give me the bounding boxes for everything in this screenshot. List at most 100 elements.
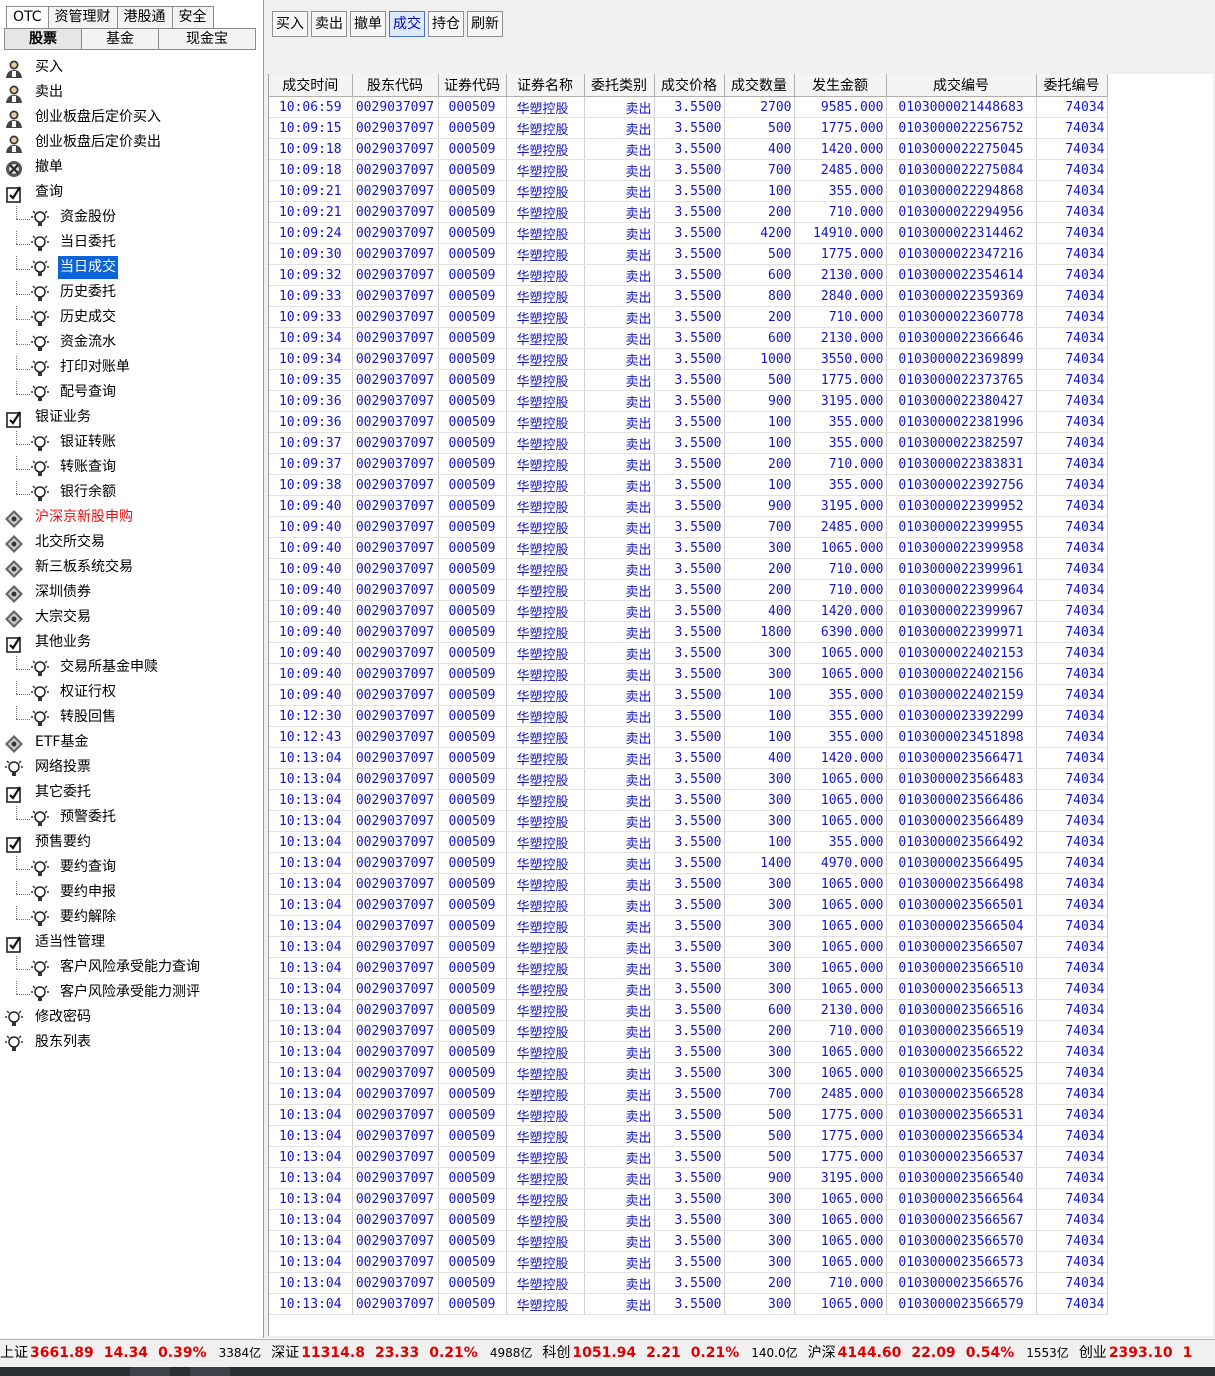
table-row[interactable]: 10:13:04 0029037097 000509 华塑控股 卖出 3.5500 300 1… <box>269 1230 1108 1252</box>
tree-item[interactable]: 修改密码 <box>0 1006 263 1031</box>
table-row[interactable]: 10:06:59 0029037097 000509 华塑控股 卖出 3.5500 2700… <box>269 96 1108 118</box>
tree-item[interactable]: 撤单 <box>0 156 263 181</box>
column-header[interactable]: 委托类别 <box>584 74 655 97</box>
table-row[interactable]: 10:09:21 0029037097 000509 华塑控股 卖出 3.5500 200 7… <box>269 201 1108 223</box>
table-row[interactable]: 10:09:40 0029037097 000509 华塑控股 卖出 3.5500 300 1… <box>269 642 1108 664</box>
tree-item[interactable]: 创业板盘后定价卖出 <box>0 131 263 156</box>
toolbar-button[interactable]: 刷新 <box>467 11 503 37</box>
table-row[interactable]: 10:13:04 0029037097 000509 华塑控股 卖出 3.5500 100 3… <box>269 831 1108 853</box>
table-row[interactable]: 10:13:04 0029037097 000509 华塑控股 卖出 3.5500 300 1… <box>269 936 1108 958</box>
table-row[interactable]: 10:09:37 0029037097 000509 华塑控股 卖出 3.5500 100 3… <box>269 432 1108 454</box>
tree-item[interactable]: 新三板系统交易 <box>0 556 263 581</box>
table-row[interactable]: 10:09:40 0029037097 000509 华塑控股 卖出 3.5500 300 1… <box>269 537 1108 559</box>
tree-item[interactable]: 大宗交易 <box>0 606 263 631</box>
tree-item[interactable]: 创业板盘后定价买入 <box>0 106 263 131</box>
table-row[interactable]: 10:09:24 0029037097 000509 华塑控股 卖出 3.5500 4200… <box>269 222 1108 244</box>
table-row[interactable]: 10:09:32 0029037097 000509 华塑控股 卖出 3.5500 600 2… <box>269 264 1108 286</box>
table-row[interactable]: 10:13:04 0029037097 000509 华塑控股 卖出 3.5500 300 1… <box>269 873 1108 895</box>
toolbar-button[interactable]: 持仓 <box>428 11 464 37</box>
tree-item[interactable]: 客户风险承受能力测评 <box>0 981 263 1006</box>
tree-item[interactable]: 预警委托 <box>0 806 263 831</box>
tab-funds[interactable]: 基金 <box>81 28 159 50</box>
table-row[interactable]: 10:13:04 0029037097 000509 华塑控股 卖出 3.5500 300 1… <box>269 894 1108 916</box>
table-row[interactable]: 10:13:04 0029037097 000509 华塑控股 卖出 3.5500 300 1… <box>269 957 1108 979</box>
tree-item[interactable]: 要约申报 <box>0 881 263 906</box>
table-row[interactable]: 10:09:40 0029037097 000509 华塑控股 卖出 3.5500 400 1… <box>269 600 1108 622</box>
table-row[interactable]: 10:13:04 0029037097 000509 华塑控股 卖出 3.5500 300 1… <box>269 1041 1108 1063</box>
tree-item[interactable]: 历史成交 <box>0 306 263 331</box>
table-row[interactable]: 10:13:04 0029037097 000509 华塑控股 卖出 3.5500 500 1… <box>269 1104 1108 1126</box>
table-row[interactable]: 10:13:04 0029037097 000509 华塑控股 卖出 3.5500 300 1… <box>269 1209 1108 1231</box>
table-row[interactable]: 10:09:38 0029037097 000509 华塑控股 卖出 3.5500 100 3… <box>269 474 1108 496</box>
table-row[interactable]: 10:13:04 0029037097 000509 华塑控股 卖出 3.5500 300 1… <box>269 810 1108 832</box>
tree-item[interactable]: 买入 <box>0 56 263 81</box>
column-header[interactable]: 成交编号 <box>886 74 1037 97</box>
tree-item[interactable]: 查询 <box>0 181 263 206</box>
tab-wealth-management[interactable]: 资管理财 <box>47 6 118 28</box>
tree-item[interactable]: 交易所基金申赎 <box>0 656 263 681</box>
tree-item[interactable]: 打印对账单 <box>0 356 263 381</box>
tree-item[interactable]: 北交所交易 <box>0 531 263 556</box>
tree-item[interactable]: 网络投票 <box>0 756 263 781</box>
table-row[interactable]: 10:13:04 0029037097 000509 华塑控股 卖出 3.5500 300 1… <box>269 1062 1108 1084</box>
table-row[interactable]: 10:13:04 0029037097 000509 华塑控股 卖出 3.5500 300 1… <box>269 789 1108 811</box>
table-row[interactable]: 10:13:04 0029037097 000509 华塑控股 卖出 3.5500 1400… <box>269 852 1108 874</box>
tree-item[interactable]: 当日成交 <box>0 256 263 281</box>
table-row[interactable]: 10:09:18 0029037097 000509 华塑控股 卖出 3.5500 700 2… <box>269 159 1108 181</box>
table-row[interactable]: 10:09:40 0029037097 000509 华塑控股 卖出 3.5500 200 7… <box>269 558 1108 580</box>
toolbar-button[interactable]: 卖出 <box>311 11 347 37</box>
table-row[interactable]: 10:13:04 0029037097 000509 华塑控股 卖出 3.5500 500 1… <box>269 1146 1108 1168</box>
tree-item[interactable]: 权证行权 <box>0 681 263 706</box>
table-row[interactable]: 10:13:04 0029037097 000509 华塑控股 卖出 3.5500 300 1… <box>269 1251 1108 1273</box>
column-header[interactable]: 股东代码 <box>352 74 439 97</box>
table-row[interactable]: 10:09:40 0029037097 000509 华塑控股 卖出 3.5500 100 3… <box>269 684 1108 706</box>
table-row[interactable]: 10:13:04 0029037097 000509 华塑控股 卖出 3.5500 300 1… <box>269 1293 1108 1315</box>
tree-item[interactable]: 其它委托 <box>0 781 263 806</box>
table-row[interactable]: 10:13:04 0029037097 000509 华塑控股 卖出 3.5500 700 2… <box>269 1083 1108 1105</box>
table-row[interactable]: 10:13:04 0029037097 000509 华塑控股 卖出 3.5500 300 1… <box>269 978 1108 1000</box>
column-header[interactable]: 证券代码 <box>438 74 507 97</box>
tab-security[interactable]: 安全 <box>171 6 214 28</box>
tree-item[interactable]: 预售要约 <box>0 831 263 856</box>
tree-item[interactable]: 资金股份 <box>0 206 263 231</box>
tree-item[interactable]: 要约解除 <box>0 906 263 931</box>
tree-item[interactable]: ETF基金 <box>0 731 263 756</box>
tree-item[interactable]: 银证转账 <box>0 431 263 456</box>
table-row[interactable]: 10:09:40 0029037097 000509 华塑控股 卖出 3.5500 900 3… <box>269 495 1108 517</box>
tab-cash-treasure[interactable]: 现金宝 <box>158 28 256 50</box>
table-row[interactable]: 10:13:04 0029037097 000509 华塑控股 卖出 3.5500 300 1… <box>269 915 1108 937</box>
table-row[interactable]: 10:09:36 0029037097 000509 华塑控股 卖出 3.5500 100 3… <box>269 411 1108 433</box>
tree-item[interactable]: 转账查询 <box>0 456 263 481</box>
tree-item[interactable]: 卖出 <box>0 81 263 106</box>
tree-item[interactable]: 要约查询 <box>0 856 263 881</box>
table-row[interactable]: 10:09:33 0029037097 000509 华塑控股 卖出 3.5500 200 7… <box>269 306 1108 328</box>
table-row[interactable]: 10:12:43 0029037097 000509 华塑控股 卖出 3.5500 100 3… <box>269 726 1108 748</box>
tab-stocks[interactable]: 股票 <box>4 28 82 50</box>
table-row[interactable]: 10:13:04 0029037097 000509 华塑控股 卖出 3.5500 200 7… <box>269 1020 1108 1042</box>
table-row[interactable]: 10:13:04 0029037097 000509 华塑控股 卖出 3.5500 600 2… <box>269 999 1108 1021</box>
tree-item[interactable]: 适当性管理 <box>0 931 263 956</box>
taskbar-button[interactable] <box>130 1367 170 1376</box>
tree-item[interactable]: 转股回售 <box>0 706 263 731</box>
column-header[interactable]: 证券名称 <box>506 74 585 97</box>
column-header[interactable]: 成交价格 <box>654 74 725 97</box>
table-row[interactable]: 10:09:40 0029037097 000509 华塑控股 卖出 3.5500 1800… <box>269 621 1108 643</box>
tab-otc[interactable]: OTC <box>6 6 49 28</box>
table-row[interactable]: 10:09:15 0029037097 000509 华塑控股 卖出 3.5500 500 1… <box>269 117 1108 139</box>
tree-item[interactable]: 当日委托 <box>0 231 263 256</box>
column-header[interactable]: 发生金额 <box>794 74 887 97</box>
table-row[interactable]: 10:13:04 0029037097 000509 华塑控股 卖出 3.5500 500 1… <box>269 1125 1108 1147</box>
table-row[interactable]: 10:09:18 0029037097 000509 华塑控股 卖出 3.5500 400 1… <box>269 138 1108 160</box>
tree-item[interactable]: 股东列表 <box>0 1031 263 1056</box>
table-row[interactable]: 10:13:04 0029037097 000509 华塑控股 卖出 3.5500 300 1… <box>269 1188 1108 1210</box>
table-row[interactable]: 10:09:40 0029037097 000509 华塑控股 卖出 3.5500 200 7… <box>269 579 1108 601</box>
table-row[interactable]: 10:09:37 0029037097 000509 华塑控股 卖出 3.5500 200 7… <box>269 453 1108 475</box>
toolbar-button[interactable]: 成交 <box>389 11 425 37</box>
tree-item[interactable]: 配号查询 <box>0 381 263 406</box>
table-row[interactable]: 10:09:30 0029037097 000509 华塑控股 卖出 3.5500 500 1… <box>269 243 1108 265</box>
table-row[interactable]: 10:09:40 0029037097 000509 华塑控股 卖出 3.5500 700 2… <box>269 516 1108 538</box>
table-row[interactable]: 10:13:04 0029037097 000509 华塑控股 卖出 3.5500 900 3… <box>269 1167 1108 1189</box>
tree-item[interactable]: 历史委托 <box>0 281 263 306</box>
table-row[interactable]: 10:09:40 0029037097 000509 华塑控股 卖出 3.5500 300 1… <box>269 663 1108 685</box>
tree-item[interactable]: 沪深京新股申购 <box>0 506 263 531</box>
